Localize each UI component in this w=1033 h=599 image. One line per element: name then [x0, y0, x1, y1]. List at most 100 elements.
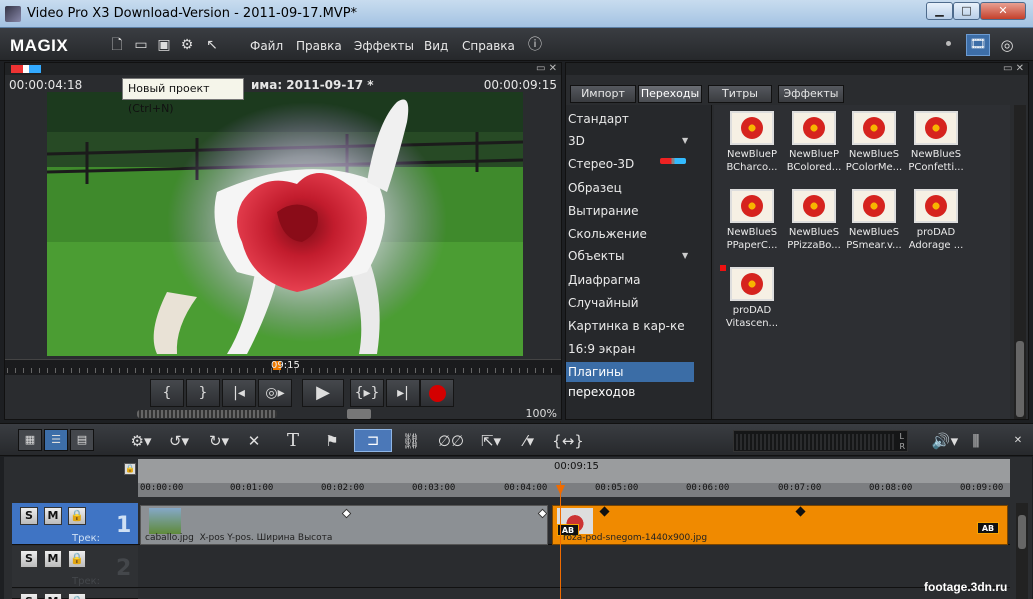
- effect-item[interactable]: proDAD Vitascen...: [722, 267, 782, 341]
- film-mode-icon[interactable]: 🎞: [966, 34, 990, 56]
- scene-overview-icon[interactable]: ▤: [70, 429, 94, 451]
- save-icon[interactable]: ▣: [155, 36, 173, 54]
- timeline-ruler[interactable]: 00:09:15 00:00:00 00:01:00 00:02:00 00:0…: [138, 459, 1010, 497]
- lock-icon[interactable]: 🔒: [124, 463, 136, 475]
- clip-roza[interactable]: AB AB roza-pod-snegom-1440x900.jpg: [552, 505, 1008, 545]
- clip-caballo[interactable]: caballo.jpg X-pos Y-pos. Ширина Высота: [140, 505, 548, 545]
- media-panel-window-buttons[interactable]: ▭ ✕: [1003, 63, 1024, 74]
- mark-out-button[interactable]: }: [186, 379, 220, 407]
- mute-button[interactable]: M: [44, 550, 62, 568]
- category-standard[interactable]: Стандарт: [566, 109, 694, 129]
- track-header-2[interactable]: S M 🔒 2 Трек:: [12, 546, 138, 588]
- track-header-1[interactable]: S M 🔒 1 Трек:: [12, 503, 138, 545]
- link-icon[interactable]: ⛓: [400, 430, 422, 452]
- new-project-icon[interactable]: 🗋: [108, 36, 126, 54]
- unlink-icon[interactable]: ∅∅: [436, 430, 466, 452]
- track-lock-icon[interactable]: 🔒: [68, 507, 86, 525]
- category-3d[interactable]: 3D ▼: [566, 131, 694, 151]
- snap-magnet-icon[interactable]: ⊐: [354, 429, 392, 452]
- category-pattern[interactable]: Образец: [566, 178, 694, 198]
- undo-icon[interactable]: ↺▾: [164, 430, 194, 452]
- track-lock-icon[interactable]: 🔒: [68, 593, 86, 599]
- transition-ab-icon[interactable]: AB: [977, 522, 999, 534]
- tab-transitions[interactable]: Переходы: [638, 85, 702, 103]
- storyboard-view-icon[interactable]: ▦: [18, 429, 42, 451]
- effect-item[interactable]: NewBlueS PSmear.v...: [844, 189, 904, 263]
- redo-icon[interactable]: ↻▾: [204, 430, 234, 452]
- scrollbar-thumb[interactable]: [1016, 341, 1024, 417]
- category-slide[interactable]: Скольжение: [566, 224, 694, 244]
- category-plugins[interactable]: Плагины переходов: [566, 362, 694, 399]
- video-preview[interactable]: [47, 92, 523, 356]
- tab-effects[interactable]: Эффекты: [778, 85, 844, 103]
- category-random[interactable]: Случайный: [566, 293, 694, 313]
- mute-button[interactable]: M: [44, 593, 62, 599]
- category-objects[interactable]: Объекты ▼: [566, 246, 694, 266]
- effect-item[interactable]: proDAD Adorage ...: [906, 189, 966, 263]
- category-wipe[interactable]: Вытирание: [566, 201, 694, 221]
- media-panel-scrollbar[interactable]: [1014, 105, 1026, 419]
- track-lock-icon[interactable]: 🔒: [68, 550, 86, 568]
- track-header-3[interactable]: S M 🔒: [12, 589, 138, 599]
- mute-button[interactable]: M: [44, 507, 62, 525]
- help-cursor-icon[interactable]: ↖: [203, 36, 221, 54]
- timeline-scrollbar[interactable]: [1016, 503, 1028, 599]
- next-marker-button[interactable]: ▸|: [386, 379, 420, 407]
- reel-menu-icon[interactable]: ⚙▾: [126, 430, 156, 452]
- stereo-indicator-icon[interactable]: [11, 65, 41, 73]
- scrollbar-thumb[interactable]: [1018, 515, 1026, 549]
- maximize-button[interactable]: □: [953, 2, 980, 20]
- solo-button[interactable]: S: [20, 593, 38, 599]
- range-icon[interactable]: {↔}▾: [550, 430, 586, 472]
- shuttle-slider[interactable]: [347, 409, 371, 419]
- effect-item[interactable]: NewBlueS PPaperC...: [722, 189, 782, 263]
- solo-button[interactable]: S: [20, 507, 38, 525]
- preview-window-buttons[interactable]: ▭ ✕: [536, 63, 557, 74]
- mouse-mode-icon[interactable]: ⇱▾: [474, 430, 508, 452]
- keyframe-icon[interactable]: [341, 508, 352, 519]
- volume-icon[interactable]: 🔊▾: [930, 430, 960, 452]
- category-stereo-3d[interactable]: Стерео-3D: [566, 154, 694, 174]
- loop-play-button[interactable]: ◎▸: [258, 379, 292, 407]
- keyframe-icon[interactable]: [795, 506, 806, 517]
- prev-marker-button[interactable]: |◂: [222, 379, 256, 407]
- disc-burn-icon[interactable]: ◎: [995, 34, 1019, 56]
- menu-edit[interactable]: Правка: [296, 39, 342, 53]
- tab-import[interactable]: Импорт: [570, 85, 636, 103]
- jog-slider[interactable]: [137, 410, 277, 418]
- effect-item[interactable]: NewBlueS PPizzaBo...: [784, 189, 844, 263]
- mark-in-button[interactable]: {: [150, 379, 184, 407]
- menu-help[interactable]: Справка: [462, 39, 515, 53]
- solo-button[interactable]: S: [20, 550, 38, 568]
- razor-icon[interactable]: ⁄▾: [512, 430, 546, 452]
- effect-item[interactable]: NewBlueP BCharco...: [722, 111, 782, 185]
- close-button[interactable]: ✕: [980, 2, 1026, 20]
- category-16-9[interactable]: 16:9 экран: [566, 339, 694, 359]
- open-folder-icon[interactable]: ▭: [132, 36, 150, 54]
- delete-icon[interactable]: ✕: [244, 430, 264, 452]
- tab-titles[interactable]: Титры: [708, 85, 772, 103]
- timeline-window-close-icon[interactable]: ✕: [1010, 430, 1026, 452]
- minimize-button[interactable]: ▁: [926, 2, 953, 20]
- keyframe-icon[interactable]: [537, 508, 548, 519]
- category-pip[interactable]: Картинка в кар-ке: [566, 316, 694, 336]
- category-iris[interactable]: Диафрагма: [566, 270, 694, 290]
- play-range-button[interactable]: {▸}: [350, 379, 384, 407]
- keyframe-icon[interactable]: [599, 506, 610, 517]
- menu-effects[interactable]: Эффекты: [354, 39, 414, 53]
- settings-gear-icon[interactable]: ⚙: [178, 36, 196, 54]
- info-icon[interactable]: ⓘ: [526, 36, 544, 54]
- preview-scrubber[interactable]: 09:15: [5, 359, 561, 375]
- effect-item[interactable]: NewBlueS PConfetti...: [906, 111, 966, 185]
- menu-view[interactable]: Вид: [424, 39, 448, 53]
- effect-item[interactable]: NewBlueP BColored...: [784, 111, 844, 185]
- timeline-view-icon[interactable]: ☰: [44, 429, 68, 451]
- mixer-icon[interactable]: ⫼: [966, 430, 986, 452]
- zoom-level[interactable]: 100%: [526, 407, 557, 420]
- menu-file[interactable]: Файл: [250, 39, 283, 53]
- play-button[interactable]: ▶: [302, 379, 344, 407]
- marker-flag-icon[interactable]: ⚑: [322, 430, 342, 452]
- record-button[interactable]: [420, 379, 454, 407]
- title-text-icon[interactable]: T: [282, 430, 304, 452]
- effect-item[interactable]: NewBlueS PColorMe...: [844, 111, 904, 185]
